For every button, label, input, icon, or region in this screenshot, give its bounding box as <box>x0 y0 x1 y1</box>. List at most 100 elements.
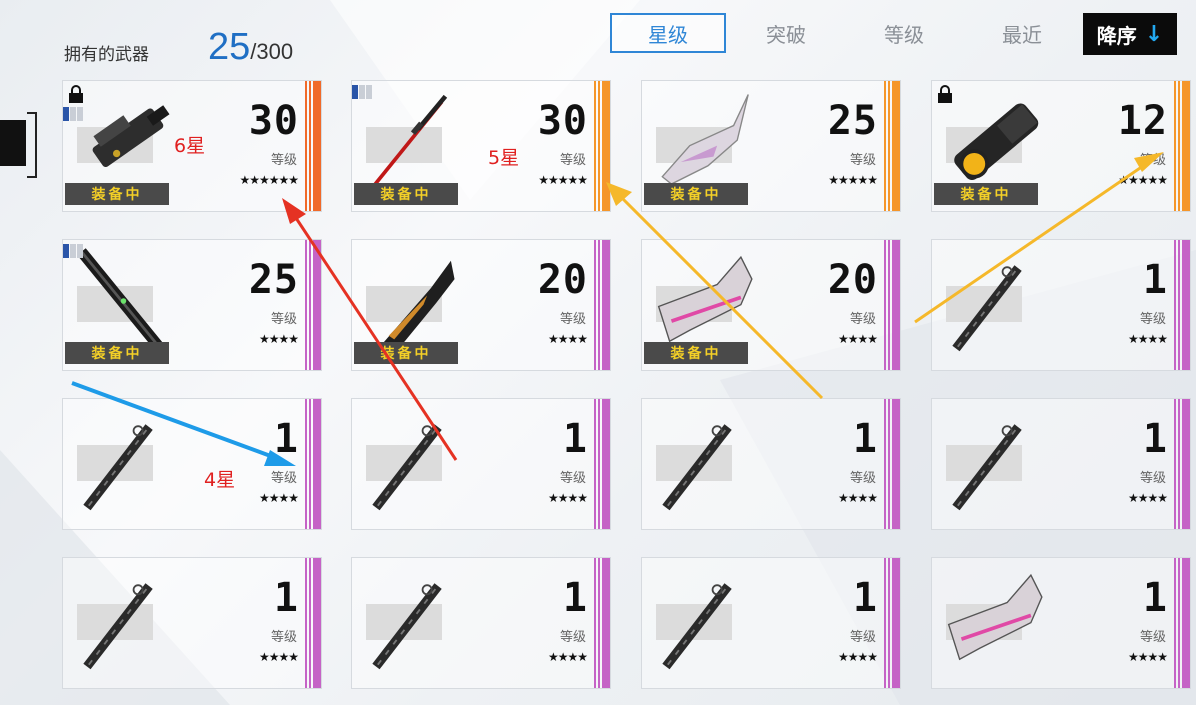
weapon-card[interactable]: 1 等级 ★★★★ <box>931 239 1191 371</box>
star-rating: ★★★★ <box>258 491 299 505</box>
weapon-card[interactable]: 20 等级 ★★★★ 装备中 <box>351 239 611 371</box>
weapon-card[interactable]: 25 等级 ★★★★ 装备中 <box>62 239 322 371</box>
star-rating: ★★★★ <box>837 491 878 505</box>
equipped-badge: 装备中 <box>644 183 748 205</box>
side-panel-fragment <box>0 120 26 166</box>
sort-order-label: 降序 <box>1096 23 1137 48</box>
weapon-level: 25 <box>827 98 878 144</box>
level-label: 等级 <box>849 630 876 645</box>
weapon-level: 1 <box>273 416 299 462</box>
level-label: 等级 <box>559 153 586 168</box>
annotation-five-star: 5星 <box>488 147 520 169</box>
star-rating: ★★★★★★ <box>239 173 299 187</box>
weapon-level: 1 <box>1142 575 1168 621</box>
rarity-bar <box>305 399 321 529</box>
star-rating: ★★★★ <box>1127 491 1168 505</box>
sheathed-sword-icon <box>662 583 732 670</box>
level-label: 等级 <box>1139 471 1166 486</box>
weapon-level: 1 <box>852 416 878 462</box>
weapon-card[interactable]: 30 等级 ★★★★★ 装备中 <box>351 80 611 212</box>
star-rating: ★★★★★ <box>828 173 878 187</box>
pink-gun-icon <box>947 573 1043 661</box>
rarity-bar <box>1174 399 1190 529</box>
weapon-card[interactable]: 1 等级 ★★★★ <box>641 398 901 530</box>
star-rating: ★★★★ <box>547 650 588 664</box>
star-rating: ★★★★★ <box>1118 173 1168 187</box>
rarity-bar <box>594 81 610 211</box>
weapon-card[interactable]: 1 等级 ★★★★ <box>62 557 322 689</box>
level-label: 等级 <box>849 471 876 486</box>
weapon-card[interactable]: 1 等级 ★★★★ <box>62 398 322 530</box>
equipped-badge: 装备中 <box>354 183 458 205</box>
level-label: 等级 <box>270 630 297 645</box>
weapon-card[interactable]: 20 等级 ★★★★ 装备中 <box>641 239 901 371</box>
level-label: 等级 <box>559 471 586 486</box>
weapon-card[interactable]: 1 等级 ★★★★ <box>931 557 1191 689</box>
sheathed-sword-icon <box>372 583 442 670</box>
weapon-level: 30 <box>248 98 299 144</box>
rarity-bar <box>305 558 321 688</box>
star-rating: ★★★★ <box>837 650 878 664</box>
level-label: 等级 <box>270 471 297 486</box>
greatsword-icon <box>77 248 167 354</box>
pink-gun-icon <box>657 255 753 343</box>
level-label: 等级 <box>270 312 297 327</box>
weapon-card[interactable]: 1 等级 ★★★★ <box>351 398 611 530</box>
level-label: 等级 <box>1139 312 1166 327</box>
equipped-badge: 装备中 <box>65 342 169 364</box>
sort-tab-rarity[interactable]: 星级 <box>610 13 726 53</box>
sort-tab-breakthrough[interactable]: 突破 <box>728 13 844 53</box>
lock-icon[interactable] <box>936 85 954 103</box>
weapon-card[interactable]: 12 等级 ★★★★★ 装备中 <box>931 80 1191 212</box>
rarity-bar <box>884 240 900 370</box>
rarity-bar <box>305 81 321 211</box>
side-bracket <box>27 112 37 178</box>
lock-icon[interactable] <box>67 85 85 103</box>
rarity-bar <box>1174 81 1190 211</box>
weapon-level: 1 <box>1142 257 1168 303</box>
level-label: 等级 <box>1139 153 1166 168</box>
weapon-level: 30 <box>537 98 588 144</box>
rarity-bar <box>594 558 610 688</box>
owned-count-current: 25 <box>208 26 251 68</box>
level-label: 等级 <box>270 153 297 168</box>
rarity-bar <box>884 558 900 688</box>
sheathed-sword-icon <box>372 424 442 511</box>
weapon-level: 1 <box>273 575 299 621</box>
star-rating: ★★★★ <box>1127 650 1168 664</box>
annotation-four-star: 4星 <box>204 469 236 491</box>
orange-core-cannon-icon <box>954 103 1039 181</box>
owned-weapons-label: 拥有的武器 <box>64 45 149 65</box>
rarity-bar <box>305 240 321 370</box>
weapon-card[interactable]: 1 等级 ★★★★ <box>351 557 611 689</box>
red-katana-icon <box>370 94 448 189</box>
breakthrough-tier <box>352 85 372 99</box>
sheathed-sword-icon <box>83 583 153 670</box>
rarity-bar <box>594 399 610 529</box>
sort-tab-recent[interactable]: 最近 <box>964 13 1080 53</box>
level-label: 等级 <box>849 153 876 168</box>
sheathed-sword-icon <box>952 265 1022 352</box>
sheathed-sword-icon <box>83 424 153 511</box>
equipped-badge: 装备中 <box>644 342 748 364</box>
star-rating: ★★★★ <box>258 332 299 346</box>
owned-count-max: /300 <box>250 39 294 64</box>
weapon-card[interactable]: 25 等级 ★★★★★ 装备中 <box>641 80 901 212</box>
weapon-level: 1 <box>1142 416 1168 462</box>
arrow-down-icon: ↓ <box>1144 21 1164 47</box>
rarity-bar <box>1174 558 1190 688</box>
equipped-badge: 装备中 <box>934 183 1038 205</box>
sort-order-button[interactable]: 降序 ↓ <box>1083 13 1177 55</box>
star-rating: ★★★★ <box>837 332 878 346</box>
rarity-bar <box>1174 240 1190 370</box>
rarity-bar <box>884 81 900 211</box>
weapon-card[interactable]: 1 等级 ★★★★ <box>641 557 901 689</box>
weapon-level: 1 <box>852 575 878 621</box>
sort-tab-level[interactable]: 等级 <box>846 13 962 53</box>
heavy-cannon-icon <box>92 105 170 168</box>
weapon-level: 12 <box>1117 98 1168 144</box>
weapon-card[interactable]: 1 等级 ★★★★ <box>931 398 1191 530</box>
star-rating: ★★★★ <box>547 491 588 505</box>
level-label: 等级 <box>559 312 586 327</box>
level-label: 等级 <box>1139 630 1166 645</box>
